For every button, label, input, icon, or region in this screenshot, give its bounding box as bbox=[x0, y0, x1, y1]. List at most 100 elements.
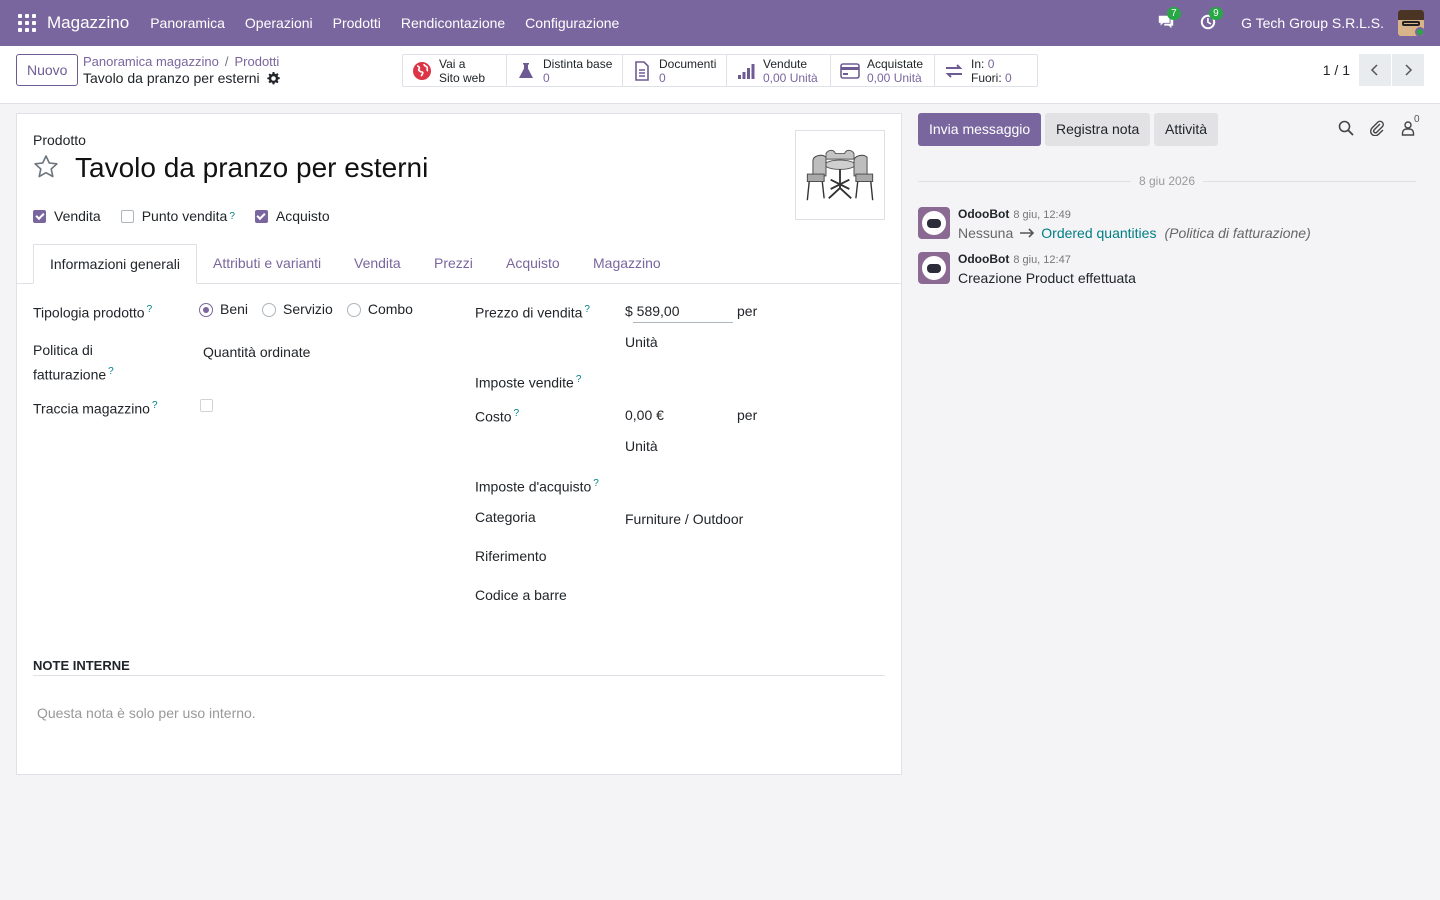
product-type-help-icon[interactable]: ? bbox=[147, 304, 153, 315]
category-label: Categoria bbox=[475, 509, 536, 525]
odoobot-avatar[interactable] bbox=[918, 207, 950, 239]
paperclip-icon bbox=[1369, 120, 1384, 137]
bom-smart-button[interactable]: Distinta base 0 bbox=[507, 55, 623, 86]
product-label: Prodotto bbox=[33, 132, 86, 148]
breadcrumb: Panoramica magazzino / Prodotti bbox=[83, 54, 279, 69]
messaging-button[interactable]: 7 bbox=[1157, 7, 1181, 33]
star-icon[interactable] bbox=[33, 154, 59, 180]
app-menu-icon[interactable] bbox=[18, 14, 36, 32]
tab-prices[interactable]: Prezzi bbox=[418, 244, 489, 284]
internal-notes-field[interactable]: Questa nota è solo per uso interno. bbox=[37, 705, 256, 721]
app-brand[interactable]: Magazzino bbox=[47, 13, 129, 33]
purchased-smart-button[interactable]: Acquistate 0,00 Unità bbox=[831, 55, 935, 86]
odoobot-avatar[interactable] bbox=[918, 252, 950, 284]
tab-purchase[interactable]: Acquisto bbox=[490, 244, 576, 284]
cost-label: Costo? bbox=[475, 408, 520, 425]
menu-prodotti[interactable]: Prodotti bbox=[333, 15, 381, 31]
flask-icon bbox=[519, 62, 533, 78]
send-message-button[interactable]: Invia messaggio bbox=[918, 113, 1042, 146]
user-avatar[interactable] bbox=[1398, 10, 1424, 36]
top-navbar: Magazzino Panoramica Operazioni Prodotti… bbox=[0, 0, 1440, 46]
search-messages-button[interactable] bbox=[1338, 120, 1354, 136]
product-image[interactable] bbox=[795, 130, 885, 220]
sold-label: Vendute bbox=[763, 56, 808, 71]
pager-value[interactable]: 1 / 1 bbox=[1323, 62, 1350, 78]
can-be-sold-label: Vendita bbox=[54, 208, 101, 224]
documents-value: 0 bbox=[659, 70, 666, 85]
tab-sales[interactable]: Vendita bbox=[338, 244, 417, 284]
website-line1: Vai a bbox=[439, 56, 466, 71]
sale-taxes-help-icon[interactable]: ? bbox=[576, 374, 582, 385]
can-be-purchased-label: Acquisto bbox=[275, 208, 330, 224]
outdoor-table-image bbox=[806, 149, 874, 201]
menu-rendicontazione[interactable]: Rendicontazione bbox=[401, 15, 505, 31]
invoice-policy-field[interactable]: Quantità ordinate bbox=[203, 342, 310, 363]
main-menu: Panoramica Operazioni Prodotti Rendicont… bbox=[150, 15, 639, 31]
control-panel: Nuovo Panoramica magazzino / Prodotti Tavo… bbox=[0, 46, 1440, 104]
breadcrumb-products[interactable]: Prodotti bbox=[234, 54, 279, 69]
sale-price-help-icon[interactable]: ? bbox=[584, 304, 590, 315]
type-service-radio[interactable]: Servizio bbox=[262, 299, 333, 320]
gear-icon[interactable] bbox=[266, 71, 280, 85]
pos-label: Punto vendita bbox=[141, 208, 228, 224]
cost-help-icon[interactable]: ? bbox=[514, 408, 520, 419]
pos-checkbox[interactable]: Punto vendita? bbox=[120, 208, 235, 224]
track-inventory-checkbox[interactable] bbox=[200, 399, 213, 412]
can-be-purchased-checkbox[interactable]: Acquisto bbox=[254, 208, 330, 224]
menu-operazioni[interactable]: Operazioni bbox=[245, 15, 313, 31]
pos-help-icon[interactable]: ? bbox=[229, 211, 235, 222]
online-status-icon bbox=[1415, 27, 1424, 36]
company-switcher[interactable]: G Tech Group S.R.L.S. bbox=[1241, 15, 1384, 31]
tracking-old-value: Nessuna bbox=[958, 225, 1014, 241]
bom-label: Distinta base bbox=[543, 56, 613, 71]
product-type-radio: Beni Servizio Combo bbox=[199, 299, 427, 320]
pager: 1 / 1 bbox=[1323, 54, 1424, 86]
followers-count: 0 bbox=[1414, 114, 1420, 125]
menu-panoramica[interactable]: Panoramica bbox=[150, 15, 225, 31]
tab-attributes[interactable]: Attributi e varianti bbox=[197, 244, 337, 284]
product-form-sheet: Prodotto Tavolo da pranzo per esterni Ve… bbox=[16, 113, 902, 775]
pager-previous-button[interactable] bbox=[1359, 54, 1391, 86]
purchase-taxes-label: Imposte d'acquisto? bbox=[475, 478, 599, 495]
sale-taxes-label: Imposte vendite? bbox=[475, 374, 582, 391]
invoice-policy-help-icon[interactable]: ? bbox=[108, 366, 114, 377]
track-inventory-label: Traccia magazzino? bbox=[33, 400, 158, 417]
new-button[interactable]: Nuovo bbox=[16, 54, 79, 86]
message-tracking: Nessuna Ordered quantities (Politica di … bbox=[958, 225, 1311, 241]
purchase-taxes-help-icon[interactable]: ? bbox=[593, 478, 599, 489]
documents-smart-button[interactable]: Documenti 0 bbox=[623, 55, 727, 86]
exchange-icon bbox=[945, 63, 963, 78]
chatter-tools: 0 bbox=[1323, 114, 1420, 137]
can-be-sold-checkbox[interactable]: Vendita bbox=[33, 208, 101, 224]
followers-button[interactable]: 0 bbox=[1400, 114, 1420, 136]
product-type-label: Tipologia prodotto? bbox=[33, 304, 153, 321]
pager-next-button[interactable] bbox=[1392, 54, 1424, 86]
type-goods-radio[interactable]: Beni bbox=[199, 299, 248, 320]
navbar-systray: 7 9 G Tech Group S.R.L.S. bbox=[1157, 0, 1424, 46]
tab-inventory[interactable]: Magazzino bbox=[577, 244, 677, 284]
menu-configurazione[interactable]: Configurazione bbox=[525, 15, 619, 31]
sold-smart-button[interactable]: Vendute 0,00 Unità bbox=[727, 55, 831, 86]
website-line2: Sito web bbox=[439, 70, 486, 85]
product-options: Vendita Punto vendita? Acquisto bbox=[33, 208, 350, 224]
cost-uom: Unità bbox=[625, 438, 658, 454]
category-field[interactable]: Furniture / Outdoor bbox=[625, 509, 743, 530]
product-name-field[interactable]: Tavolo da pranzo per esterni bbox=[75, 152, 428, 184]
website-smart-button[interactable]: Vai a Sito web bbox=[403, 55, 507, 86]
purchased-value: 0,00 Unità bbox=[867, 70, 922, 85]
activities-button[interactable]: 9 bbox=[1199, 7, 1223, 33]
chevron-left-icon bbox=[1370, 64, 1378, 76]
type-combo-radio[interactable]: Combo bbox=[346, 299, 413, 320]
sale-price-uom[interactable]: Unità bbox=[625, 332, 658, 353]
track-inventory-help-icon[interactable]: ? bbox=[152, 400, 158, 411]
breadcrumb-overview[interactable]: Panoramica magazzino bbox=[83, 54, 219, 69]
reference-label: Riferimento bbox=[475, 548, 547, 564]
sale-price-field[interactable]: $ 589,00 bbox=[625, 301, 680, 322]
activity-button[interactable]: Attività bbox=[1154, 113, 1219, 146]
attachments-button[interactable] bbox=[1369, 120, 1385, 137]
arrow-right-icon bbox=[1020, 228, 1035, 238]
cost-field[interactable]: 0,00 € bbox=[625, 405, 664, 426]
log-note-button[interactable]: Registra nota bbox=[1045, 113, 1151, 146]
moves-smart-button[interactable]: In: 0 Fuori: 0 bbox=[935, 55, 1037, 86]
tab-general-info[interactable]: Informazioni generali bbox=[33, 244, 197, 284]
